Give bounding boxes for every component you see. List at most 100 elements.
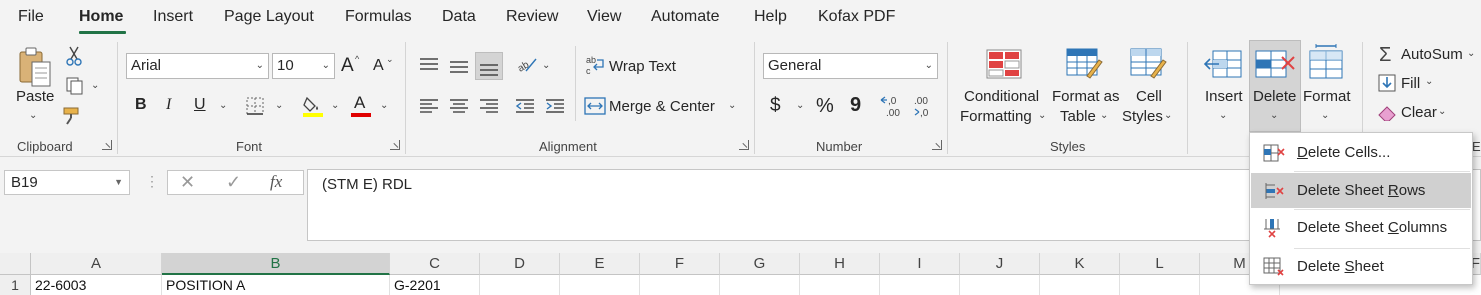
- clear-caret[interactable]: ⌄: [1438, 106, 1446, 117]
- row-header-1[interactable]: 1: [0, 275, 31, 295]
- orientation-icon[interactable]: ab: [515, 54, 539, 76]
- merge-dropdown-caret[interactable]: ⌄: [728, 100, 736, 111]
- insert-cells-icon[interactable]: [1203, 48, 1243, 80]
- tab-automate[interactable]: Automate: [651, 8, 719, 26]
- cancel-icon[interactable]: ✕: [180, 172, 195, 193]
- tab-review[interactable]: Review: [506, 8, 558, 26]
- tab-help[interactable]: Help: [754, 8, 787, 26]
- tab-data[interactable]: Data: [442, 8, 476, 26]
- tab-kofax-pdf[interactable]: Kofax PDF: [818, 8, 895, 26]
- wrap-text-icon[interactable]: ab c: [585, 54, 607, 76]
- column-header-h[interactable]: H: [800, 253, 880, 275]
- format-cells-icon[interactable]: [1306, 44, 1346, 80]
- name-box[interactable]: B19 ▼: [4, 170, 130, 195]
- conditional-formatting-caret[interactable]: ⌄: [1038, 110, 1046, 121]
- cell-h1[interactable]: [800, 275, 880, 295]
- cell-j1[interactable]: [960, 275, 1040, 295]
- conditional-formatting-icon[interactable]: [985, 48, 1023, 80]
- wrap-text-button[interactable]: Wrap Text: [609, 58, 676, 75]
- column-header-b[interactable]: B: [162, 253, 390, 275]
- align-middle-icon[interactable]: [448, 56, 470, 78]
- shrink-font-button[interactable]: A: [373, 57, 384, 75]
- insert-cells-caret[interactable]: ⌄: [1219, 110, 1227, 121]
- font-launcher-icon[interactable]: [390, 140, 400, 150]
- align-left-icon[interactable]: [418, 96, 440, 116]
- bold-button[interactable]: B: [135, 96, 147, 114]
- fill-color-dropdown-caret[interactable]: ⌄: [331, 100, 339, 111]
- copy-icon[interactable]: [64, 76, 86, 96]
- cell-c1[interactable]: G-2201: [390, 275, 480, 295]
- align-center-icon[interactable]: [448, 96, 470, 116]
- grow-font-button[interactable]: A: [341, 55, 354, 77]
- cut-icon[interactable]: [64, 46, 84, 66]
- fill-button[interactable]: Fill: [1401, 75, 1420, 92]
- autosum-caret[interactable]: ⌄: [1467, 48, 1475, 59]
- decrease-indent-icon[interactable]: [514, 96, 536, 116]
- font-name-select[interactable]: Arial ⌄: [126, 53, 269, 79]
- cell-styles-caret[interactable]: ⌄: [1164, 110, 1172, 121]
- tab-home[interactable]: Home: [79, 8, 123, 26]
- formula-bar-splitter-icon[interactable]: ⋮: [145, 173, 159, 190]
- currency-dropdown-caret[interactable]: ⌄: [796, 100, 804, 111]
- align-top-icon[interactable]: [418, 54, 440, 76]
- underline-button[interactable]: U: [194, 96, 206, 114]
- fill-down-icon[interactable]: [1378, 74, 1396, 92]
- select-all-corner[interactable]: [0, 253, 31, 275]
- cell-g1[interactable]: [720, 275, 800, 295]
- tab-insert[interactable]: Insert: [153, 8, 193, 26]
- cell-styles-label-2[interactable]: Styles: [1122, 108, 1163, 125]
- autosum-icon[interactable]: Σ: [1379, 44, 1391, 67]
- tab-page-layout[interactable]: Page Layout: [224, 8, 314, 26]
- currency-button[interactable]: $: [770, 95, 781, 117]
- menu-item-delete-sheet-columns[interactable]: Delete Sheet Columns: [1251, 210, 1471, 245]
- conditional-formatting-label-2[interactable]: Formatting: [960, 108, 1032, 125]
- percent-button[interactable]: %: [816, 95, 834, 118]
- column-header-k[interactable]: K: [1040, 253, 1120, 275]
- tab-formulas[interactable]: Formulas: [345, 8, 412, 26]
- cell-d1[interactable]: [480, 275, 560, 295]
- column-header-f[interactable]: F: [640, 253, 720, 275]
- column-header-a[interactable]: A: [31, 253, 162, 275]
- format-as-table-label-1[interactable]: Format as: [1052, 88, 1120, 105]
- format-as-table-icon[interactable]: [1066, 48, 1104, 82]
- column-header-c[interactable]: C: [390, 253, 480, 275]
- borders-dropdown-caret[interactable]: ⌄: [275, 100, 283, 111]
- cell-e1[interactable]: [560, 275, 640, 295]
- enter-icon[interactable]: ✓: [226, 172, 241, 193]
- fill-color-icon[interactable]: [302, 94, 324, 118]
- format-painter-icon[interactable]: [62, 106, 84, 126]
- cell-i1[interactable]: [880, 275, 960, 295]
- merge-center-icon[interactable]: [584, 96, 606, 116]
- format-cells-button[interactable]: Format: [1303, 88, 1351, 105]
- paste-icon[interactable]: [16, 44, 56, 90]
- insert-cells-button[interactable]: Insert: [1205, 88, 1243, 105]
- number-format-select[interactable]: General ⌄: [763, 53, 938, 79]
- cell-a1[interactable]: 22-6003: [31, 275, 162, 295]
- format-cells-caret[interactable]: ⌄: [1321, 110, 1329, 121]
- increase-indent-icon[interactable]: [544, 96, 566, 116]
- cell-b1[interactable]: POSITION A: [162, 275, 390, 295]
- number-launcher-icon[interactable]: [932, 140, 942, 150]
- font-size-select[interactable]: 10 ⌄: [272, 53, 335, 79]
- column-header-g[interactable]: G: [720, 253, 800, 275]
- eraser-icon[interactable]: [1377, 104, 1397, 122]
- clipboard-launcher-icon[interactable]: [102, 140, 112, 150]
- comma-style-button[interactable]: 9: [850, 94, 861, 117]
- column-header-l[interactable]: L: [1120, 253, 1200, 275]
- paste-button[interactable]: Paste: [16, 88, 54, 105]
- merge-center-button[interactable]: Merge & Center: [609, 98, 715, 115]
- menu-item-delete-cells[interactable]: Delete Cells...: [1251, 135, 1471, 170]
- column-header-d[interactable]: D: [480, 253, 560, 275]
- cell-l1[interactable]: [1120, 275, 1200, 295]
- cell-k1[interactable]: [1040, 275, 1120, 295]
- column-header-e[interactable]: E: [560, 253, 640, 275]
- delete-cells-caret[interactable]: ⌄: [1270, 110, 1278, 121]
- format-as-table-caret[interactable]: ⌄: [1100, 110, 1108, 121]
- format-as-table-label-2[interactable]: Table: [1060, 108, 1096, 125]
- align-right-icon[interactable]: [478, 96, 500, 116]
- cell-styles-label-1[interactable]: Cell: [1136, 88, 1162, 105]
- column-header-j[interactable]: J: [960, 253, 1040, 275]
- tab-view[interactable]: View: [587, 8, 621, 26]
- cell-f1[interactable]: [640, 275, 720, 295]
- font-color-dropdown-caret[interactable]: ⌄: [380, 100, 388, 111]
